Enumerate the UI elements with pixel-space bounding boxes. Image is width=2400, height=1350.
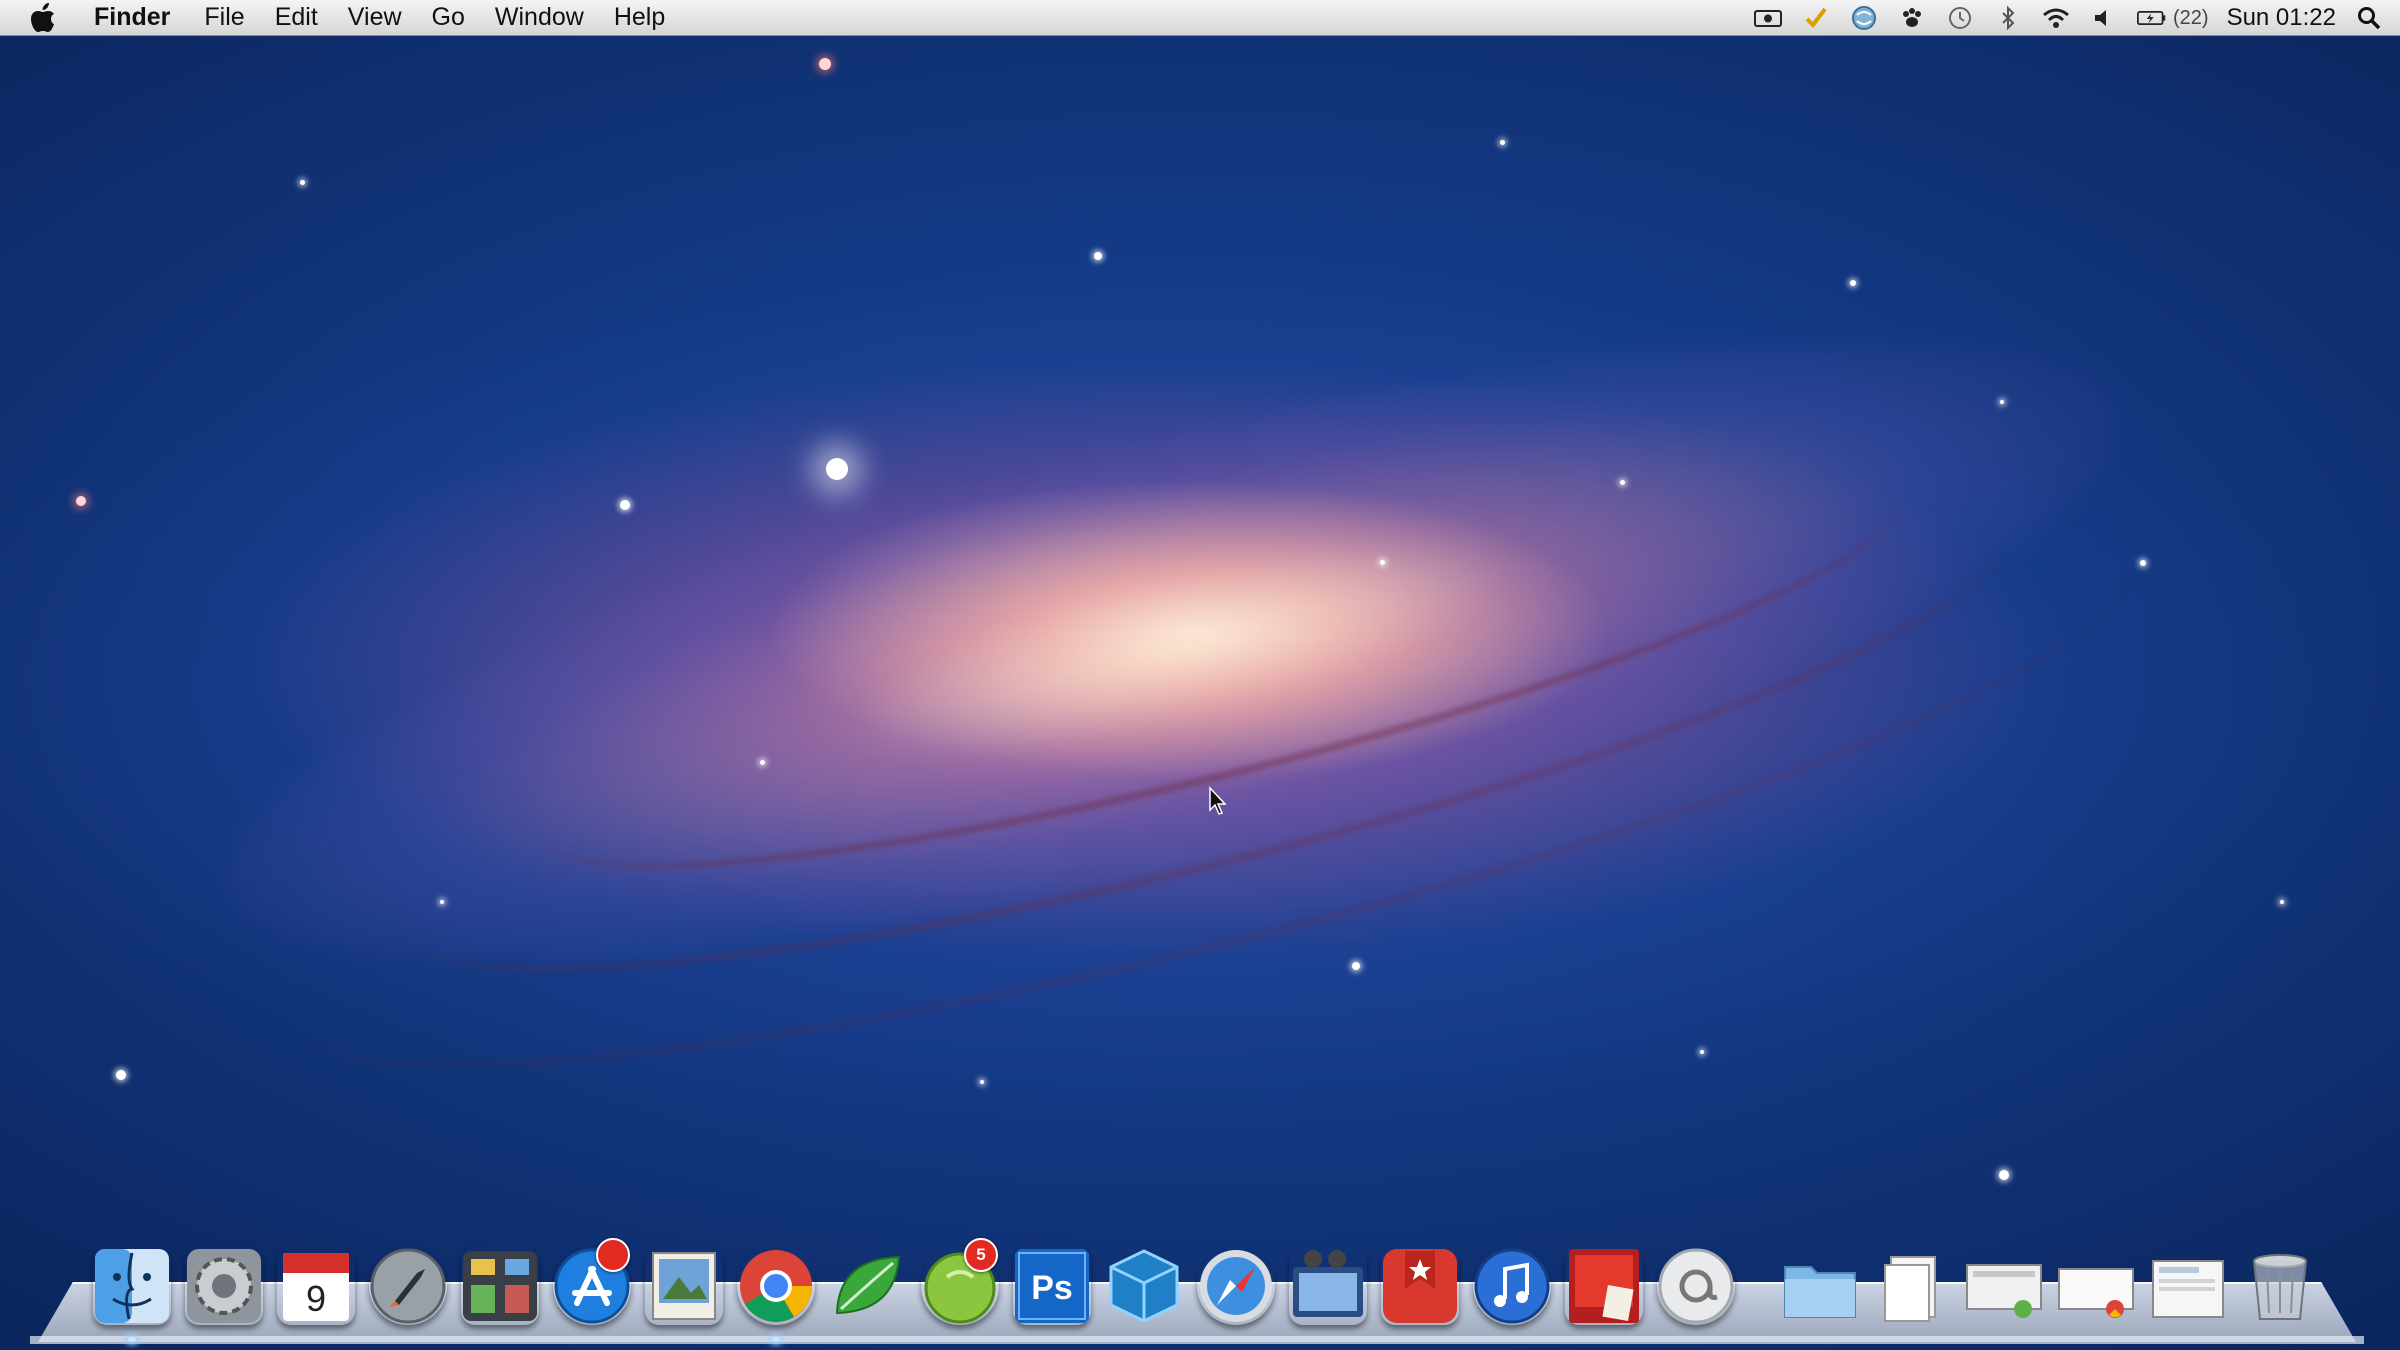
menu-go[interactable]: Go <box>432 3 465 32</box>
menu-clock[interactable]: Sun 01:22 <box>2227 4 2336 32</box>
star <box>2140 560 2146 566</box>
time-machine-icon[interactable] <box>1945 5 1975 31</box>
dock-photo-booth[interactable] <box>1562 1244 1646 1328</box>
star <box>1094 252 1102 260</box>
star <box>1380 560 1385 565</box>
dock-finder[interactable] <box>90 1244 174 1342</box>
dock-system-preferences[interactable] <box>182 1244 266 1328</box>
at-sign-icon <box>1658 1248 1734 1324</box>
star <box>1620 480 1625 485</box>
paw-icon[interactable] <box>1897 5 1927 31</box>
apple-logo-icon[interactable] <box>30 2 64 33</box>
star <box>76 496 86 506</box>
photoshop-label: Ps <box>1031 1269 1073 1307</box>
dock-launchpad[interactable] <box>366 1244 450 1328</box>
star <box>620 500 630 510</box>
spotlight-search-icon[interactable] <box>2354 5 2384 31</box>
volume-icon[interactable] <box>2089 5 2119 31</box>
dock: 9 5 Ps <box>90 1228 2322 1342</box>
star <box>2280 900 2284 904</box>
folder-icon <box>1784 1266 1856 1318</box>
dock-mission-control[interactable] <box>458 1244 542 1328</box>
cube-icon <box>1109 1249 1179 1323</box>
document-icon <box>1884 1256 1936 1322</box>
menu-view[interactable]: View <box>348 3 402 32</box>
photo-booth-icon <box>1569 1249 1639 1323</box>
dock-safari[interactable] <box>1194 1244 1278 1328</box>
menu-help[interactable]: Help <box>614 3 665 32</box>
dock-wunderlist[interactable] <box>1378 1244 1462 1328</box>
star <box>1500 140 1505 145</box>
star <box>300 180 305 185</box>
notification-badge <box>596 1238 630 1272</box>
star <box>440 900 444 904</box>
mission-control-icon <box>463 1251 537 1321</box>
menu-window[interactable]: Window <box>495 3 584 32</box>
battery-percentage: (22) <box>2172 6 2209 29</box>
running-indicator <box>128 1337 136 1342</box>
dock-itunes[interactable] <box>1470 1244 1554 1328</box>
dock-shelf-edge <box>30 1336 2364 1344</box>
chrome-icon <box>740 1250 812 1322</box>
dock-trash[interactable] <box>2238 1244 2322 1328</box>
star <box>1700 1050 1704 1054</box>
calendar-day-number: 9 <box>306 1278 326 1319</box>
dock-preview[interactable] <box>642 1244 726 1328</box>
screen-recorder-icon[interactable] <box>1753 5 1783 31</box>
dock-calendar[interactable]: 9 <box>274 1244 358 1328</box>
dock-chrome[interactable] <box>734 1244 818 1342</box>
dock-downloads-stack-3[interactable] <box>2146 1244 2230 1328</box>
star <box>1352 962 1360 970</box>
music-note-icon <box>1474 1248 1550 1324</box>
document-stack-icon <box>1966 1264 2042 1318</box>
leaf-icon <box>835 1255 901 1315</box>
dock-virtualbox[interactable] <box>1102 1244 1186 1328</box>
finder-icon <box>95 1249 169 1323</box>
globe-sync-icon[interactable] <box>1849 5 1879 31</box>
star <box>980 1080 984 1084</box>
bright-star <box>826 458 848 480</box>
calendar-icon: 9 <box>283 1253 349 1321</box>
dock-lime[interactable]: 5 <box>918 1238 1002 1328</box>
preview-icon <box>652 1252 716 1320</box>
trash-icon <box>2253 1254 2307 1320</box>
dock-imovie[interactable] <box>1286 1244 1370 1328</box>
menu-edit[interactable]: Edit <box>275 3 318 32</box>
notification-badge: 5 <box>964 1238 998 1272</box>
dock-downloads-stack-1[interactable] <box>1962 1244 2046 1328</box>
star <box>1999 1170 2009 1180</box>
dock-documents-stack[interactable] <box>1870 1244 1954 1328</box>
bluetooth-icon[interactable] <box>1993 5 2023 31</box>
dock-applications-folder[interactable] <box>1778 1244 1862 1328</box>
star <box>760 760 765 765</box>
star <box>1850 280 1856 286</box>
wifi-icon[interactable] <box>2041 5 2071 31</box>
dock-app-store[interactable] <box>550 1238 634 1328</box>
star <box>2000 400 2004 404</box>
desktop-wallpaper[interactable] <box>0 0 2400 1350</box>
photoshop-icon: Ps <box>1015 1249 1089 1323</box>
mouse-cursor-icon <box>1209 786 1227 815</box>
dock-contacts[interactable] <box>1654 1244 1738 1328</box>
star <box>116 1070 126 1080</box>
checkmark-icon[interactable] <box>1801 5 1831 31</box>
document-stack-icon <box>2058 1268 2134 1318</box>
running-indicator <box>772 1337 780 1342</box>
dock-photoshop[interactable]: Ps <box>1010 1244 1094 1328</box>
compass-icon <box>1200 1250 1272 1322</box>
film-icon <box>1293 1250 1363 1317</box>
dock-downloads-stack-2[interactable] <box>2054 1244 2138 1328</box>
star <box>819 58 831 70</box>
menu-file[interactable]: File <box>204 3 244 32</box>
menu-bar: Finder File Edit View Go Window Help (22… <box>0 0 2400 36</box>
star-bookmark-icon <box>1383 1249 1457 1323</box>
gear-icon <box>187 1249 261 1323</box>
menu-app-name[interactable]: Finder <box>94 3 170 32</box>
battery-icon[interactable] <box>2136 5 2167 31</box>
status-menu-area: (22) Sun 01:22 <box>1753 0 2384 36</box>
rocket-icon <box>370 1248 446 1324</box>
dock-leaf[interactable] <box>826 1244 910 1328</box>
document-stack-icon <box>2152 1260 2224 1318</box>
